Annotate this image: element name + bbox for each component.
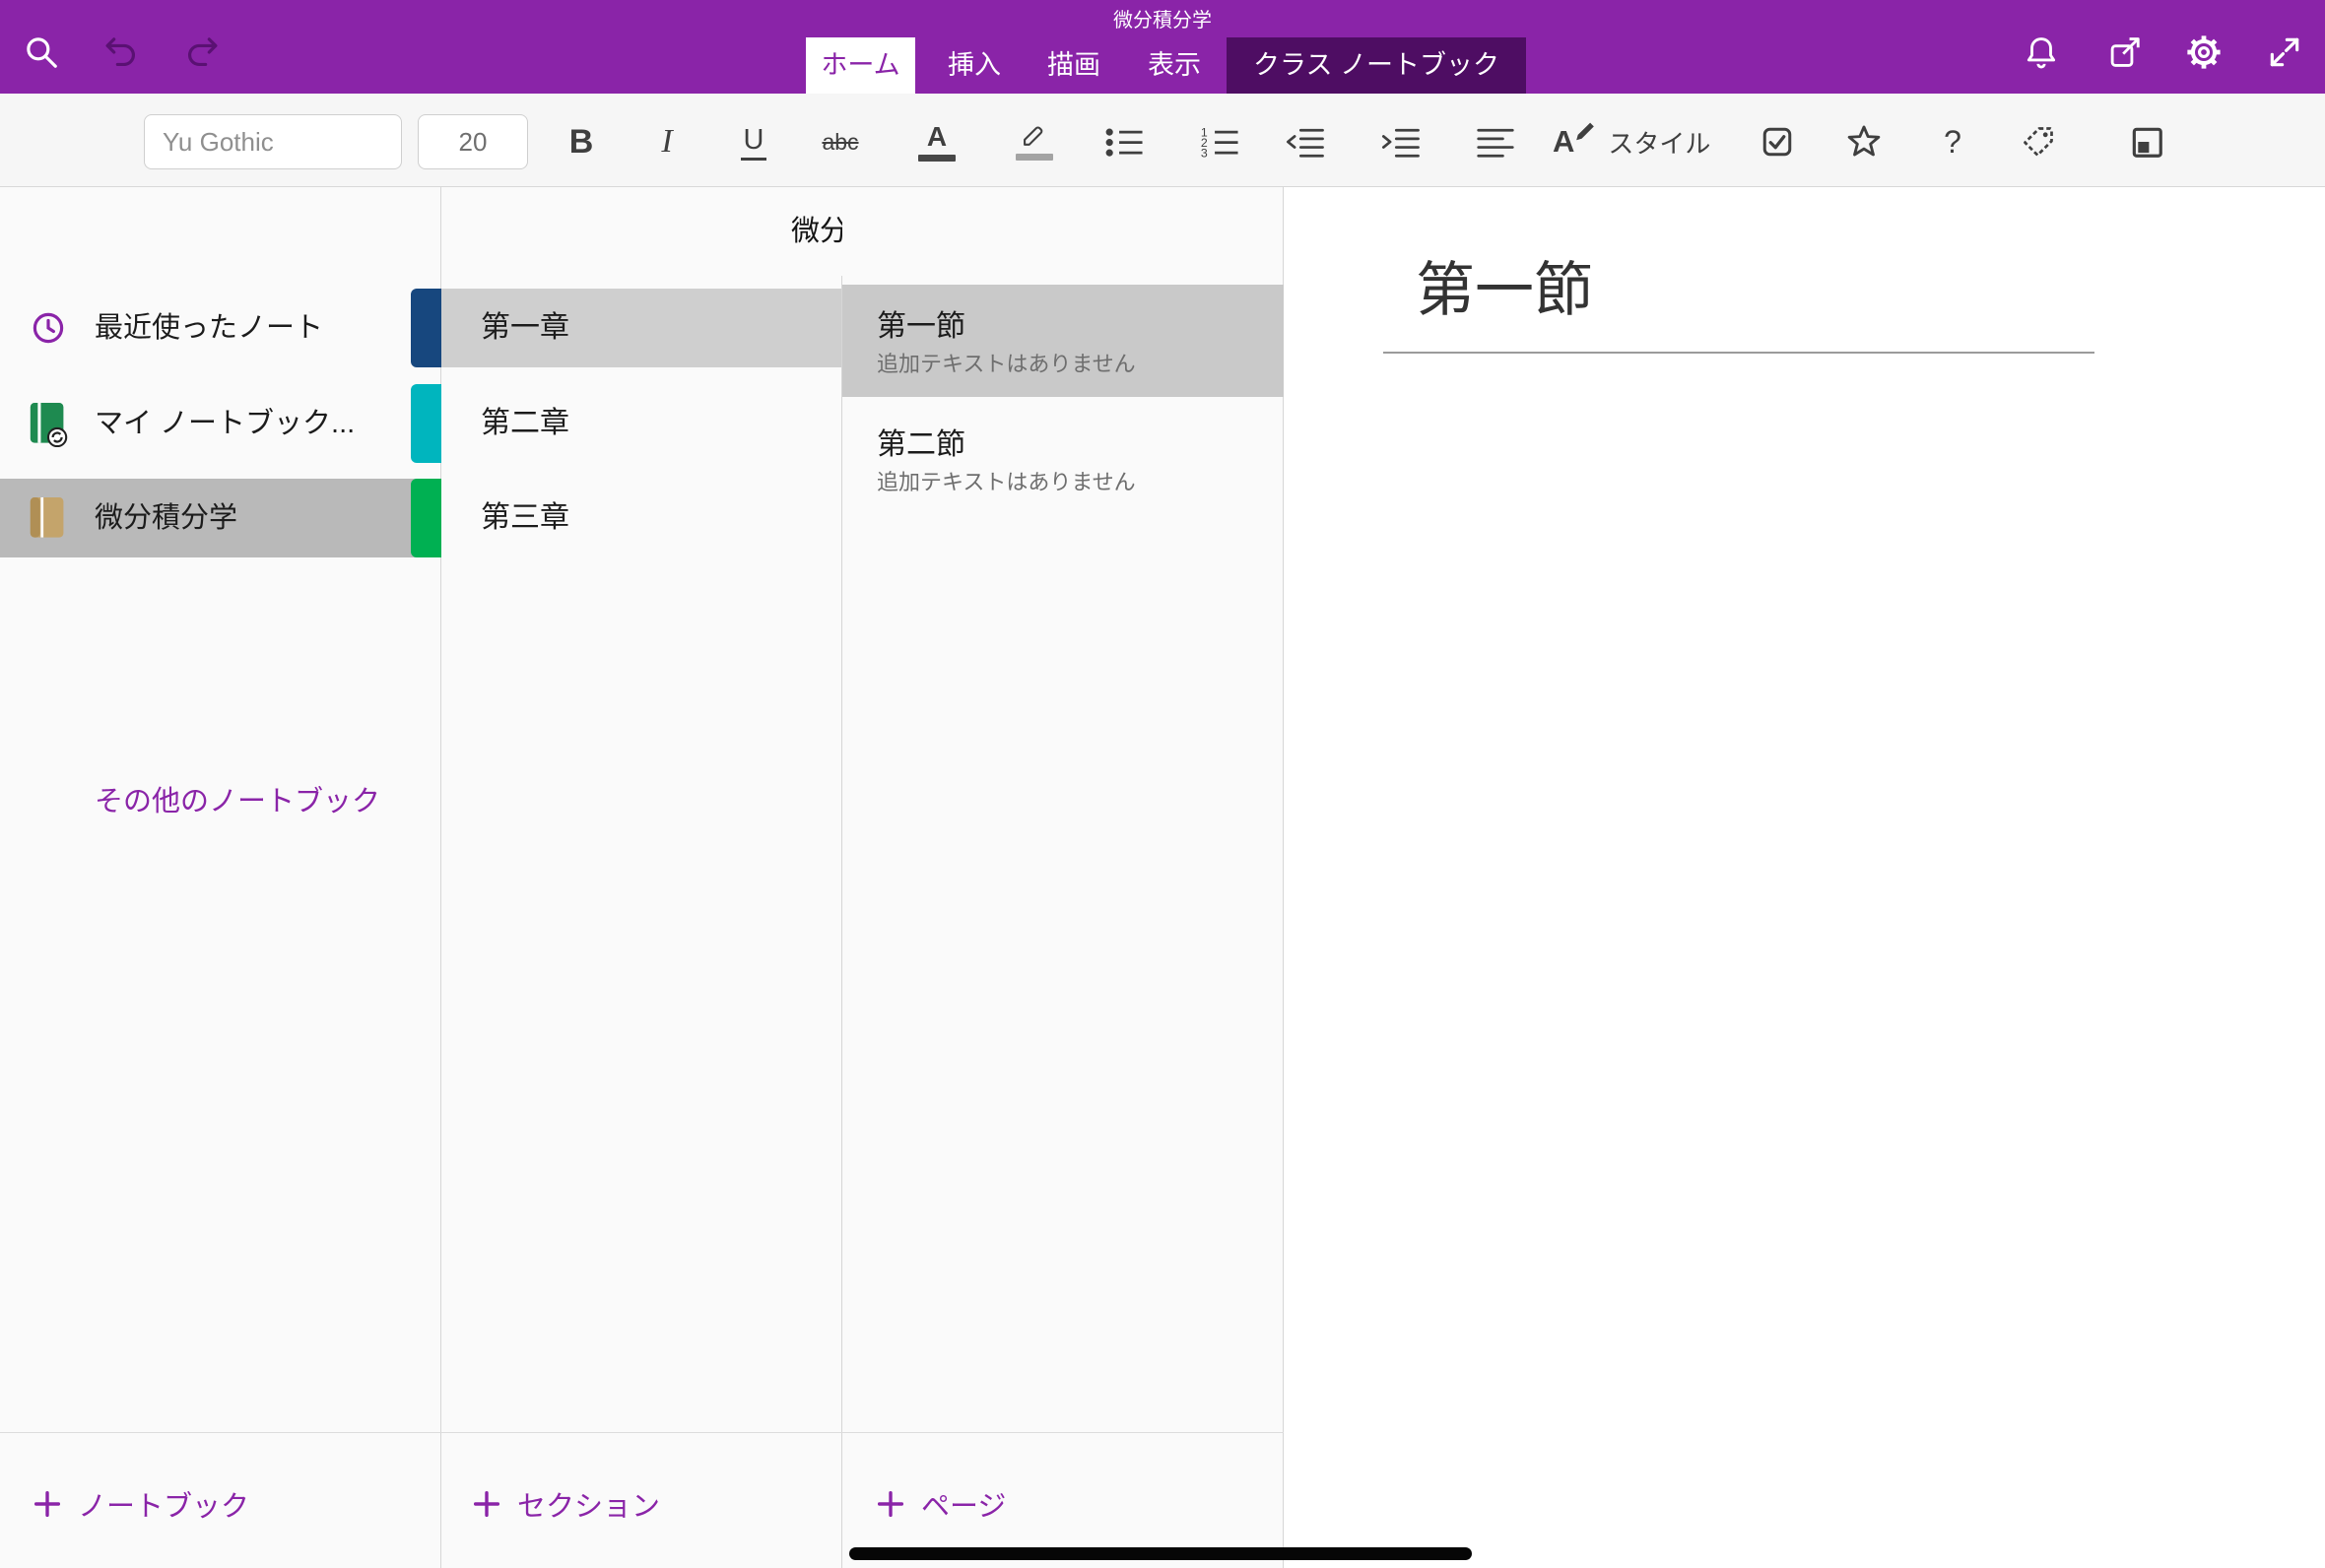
sidebar-item-label: 最近使ったノート bbox=[95, 289, 323, 367]
underline-icon[interactable]: U bbox=[726, 112, 781, 171]
onenote-app: 微分積分学 ホーム 挿入 描画 表示 クラス ノートブック Yu Gothic bbox=[0, 0, 2325, 1568]
sidebar-item-label: 微分積分学 bbox=[95, 479, 237, 557]
highlighter-icon[interactable] bbox=[1007, 112, 1062, 171]
settings-gear-icon[interactable] bbox=[2184, 33, 2224, 72]
tag-icon[interactable] bbox=[2011, 112, 2066, 171]
sidebar-item-recent-notes[interactable]: 最近使ったノート bbox=[0, 289, 441, 367]
styles-button[interactable]: A スタイル bbox=[1553, 112, 1710, 171]
notebook-color-strip bbox=[411, 479, 441, 557]
add-notebook-button[interactable]: ノートブック bbox=[31, 1465, 249, 1543]
svg-text:3: 3 bbox=[1201, 146, 1208, 160]
section-item[interactable]: 第二章 bbox=[441, 384, 841, 463]
plus-icon bbox=[874, 1487, 907, 1521]
share-icon[interactable] bbox=[2104, 33, 2144, 72]
numbered-list-icon[interactable]: 123 bbox=[1192, 112, 1247, 171]
section-item[interactable]: 第三章 bbox=[441, 479, 841, 557]
bottom-divider bbox=[0, 1432, 1284, 1433]
add-notebook-label: ノートブック bbox=[78, 1483, 249, 1525]
bullet-list-icon[interactable] bbox=[1096, 112, 1152, 171]
add-section-label: セクション bbox=[517, 1483, 660, 1525]
font-color-icon[interactable]: A bbox=[909, 112, 964, 171]
home-indicator-bar[interactable] bbox=[849, 1547, 1472, 1560]
page-editor[interactable]: 第一節 bbox=[1284, 187, 2325, 1568]
formatting-toolbar: Yu Gothic 20 B I U abc A 123 A bbox=[0, 94, 2325, 187]
tab-class-notebook[interactable]: クラス ノートブック bbox=[1227, 37, 1526, 94]
notebook-icon bbox=[28, 497, 69, 539]
add-page-button[interactable]: ページ bbox=[874, 1465, 1006, 1543]
undo-icon[interactable] bbox=[101, 33, 141, 72]
tab-insert[interactable]: 挿入 bbox=[935, 37, 1014, 94]
star-icon[interactable] bbox=[1836, 112, 1892, 171]
notebook-color-strip bbox=[411, 384, 441, 463]
sticky-note-icon[interactable] bbox=[2119, 112, 2174, 171]
search-icon[interactable] bbox=[22, 33, 61, 72]
outdent-icon[interactable] bbox=[1277, 112, 1332, 171]
strikethrough-icon[interactable]: abc bbox=[813, 112, 868, 171]
style-label: スタイル bbox=[1608, 124, 1710, 161]
redo-icon[interactable] bbox=[182, 33, 222, 72]
brush-icon bbox=[1566, 120, 1596, 150]
page-title-text[interactable]: 第一節 bbox=[1416, 256, 1593, 324]
plus-icon bbox=[31, 1487, 64, 1521]
title-underline bbox=[1383, 352, 2094, 354]
tab-draw[interactable]: 描画 bbox=[1034, 37, 1113, 94]
question-tag-icon[interactable]: ? bbox=[1925, 112, 1980, 171]
clock-icon bbox=[28, 307, 69, 349]
more-notebooks-link[interactable]: その他のノートブック bbox=[95, 778, 380, 819]
align-icon[interactable] bbox=[1468, 112, 1523, 171]
tab-view[interactable]: 表示 bbox=[1135, 37, 1214, 94]
section-item[interactable]: 第一章 bbox=[441, 289, 841, 367]
notebook-sync-icon bbox=[28, 403, 69, 444]
page-item[interactable]: 第一節 追加テキストはありません bbox=[842, 285, 1284, 397]
italic-icon[interactable]: I bbox=[639, 112, 695, 171]
sidebar-item-my-notebook[interactable]: マイ ノートブック... bbox=[0, 384, 441, 463]
sidebar-item-calculus-notebook[interactable]: 微分積分学 bbox=[0, 479, 441, 557]
tab-home[interactable]: ホーム bbox=[806, 37, 915, 94]
sidebar-item-label: マイ ノートブック... bbox=[95, 384, 355, 463]
add-page-label: ページ bbox=[921, 1483, 1006, 1525]
sections-list: 第一章 第二章 第三章 セクション bbox=[441, 187, 842, 1568]
top-app-bar: 微分積分学 ホーム 挿入 描画 表示 クラス ノートブック bbox=[0, 0, 2325, 94]
indent-icon[interactable] bbox=[1372, 112, 1428, 171]
notebook-color-strip bbox=[411, 289, 441, 367]
font-family-select[interactable]: Yu Gothic bbox=[144, 114, 402, 169]
notebooks-sidebar: 最近使ったノート マイ ノートブック... 微分積分学 その他のノートブック ノ… bbox=[0, 187, 441, 1568]
notifications-bell-icon[interactable] bbox=[2022, 33, 2061, 72]
bold-icon[interactable]: B bbox=[554, 112, 609, 171]
fullscreen-expand-icon[interactable] bbox=[2265, 33, 2304, 72]
todo-checkbox-icon[interactable] bbox=[1750, 112, 1805, 171]
page-item[interactable]: 第二節 追加テキストはありません bbox=[842, 403, 1284, 515]
add-section-button[interactable]: セクション bbox=[470, 1465, 660, 1543]
pages-list: 第一節 追加テキストはありません 第二節 追加テキストはありません ページ bbox=[842, 187, 1284, 1568]
plus-icon bbox=[470, 1487, 503, 1521]
font-size-select[interactable]: 20 bbox=[418, 114, 528, 169]
document-title: 微分積分学 bbox=[0, 4, 2325, 33]
